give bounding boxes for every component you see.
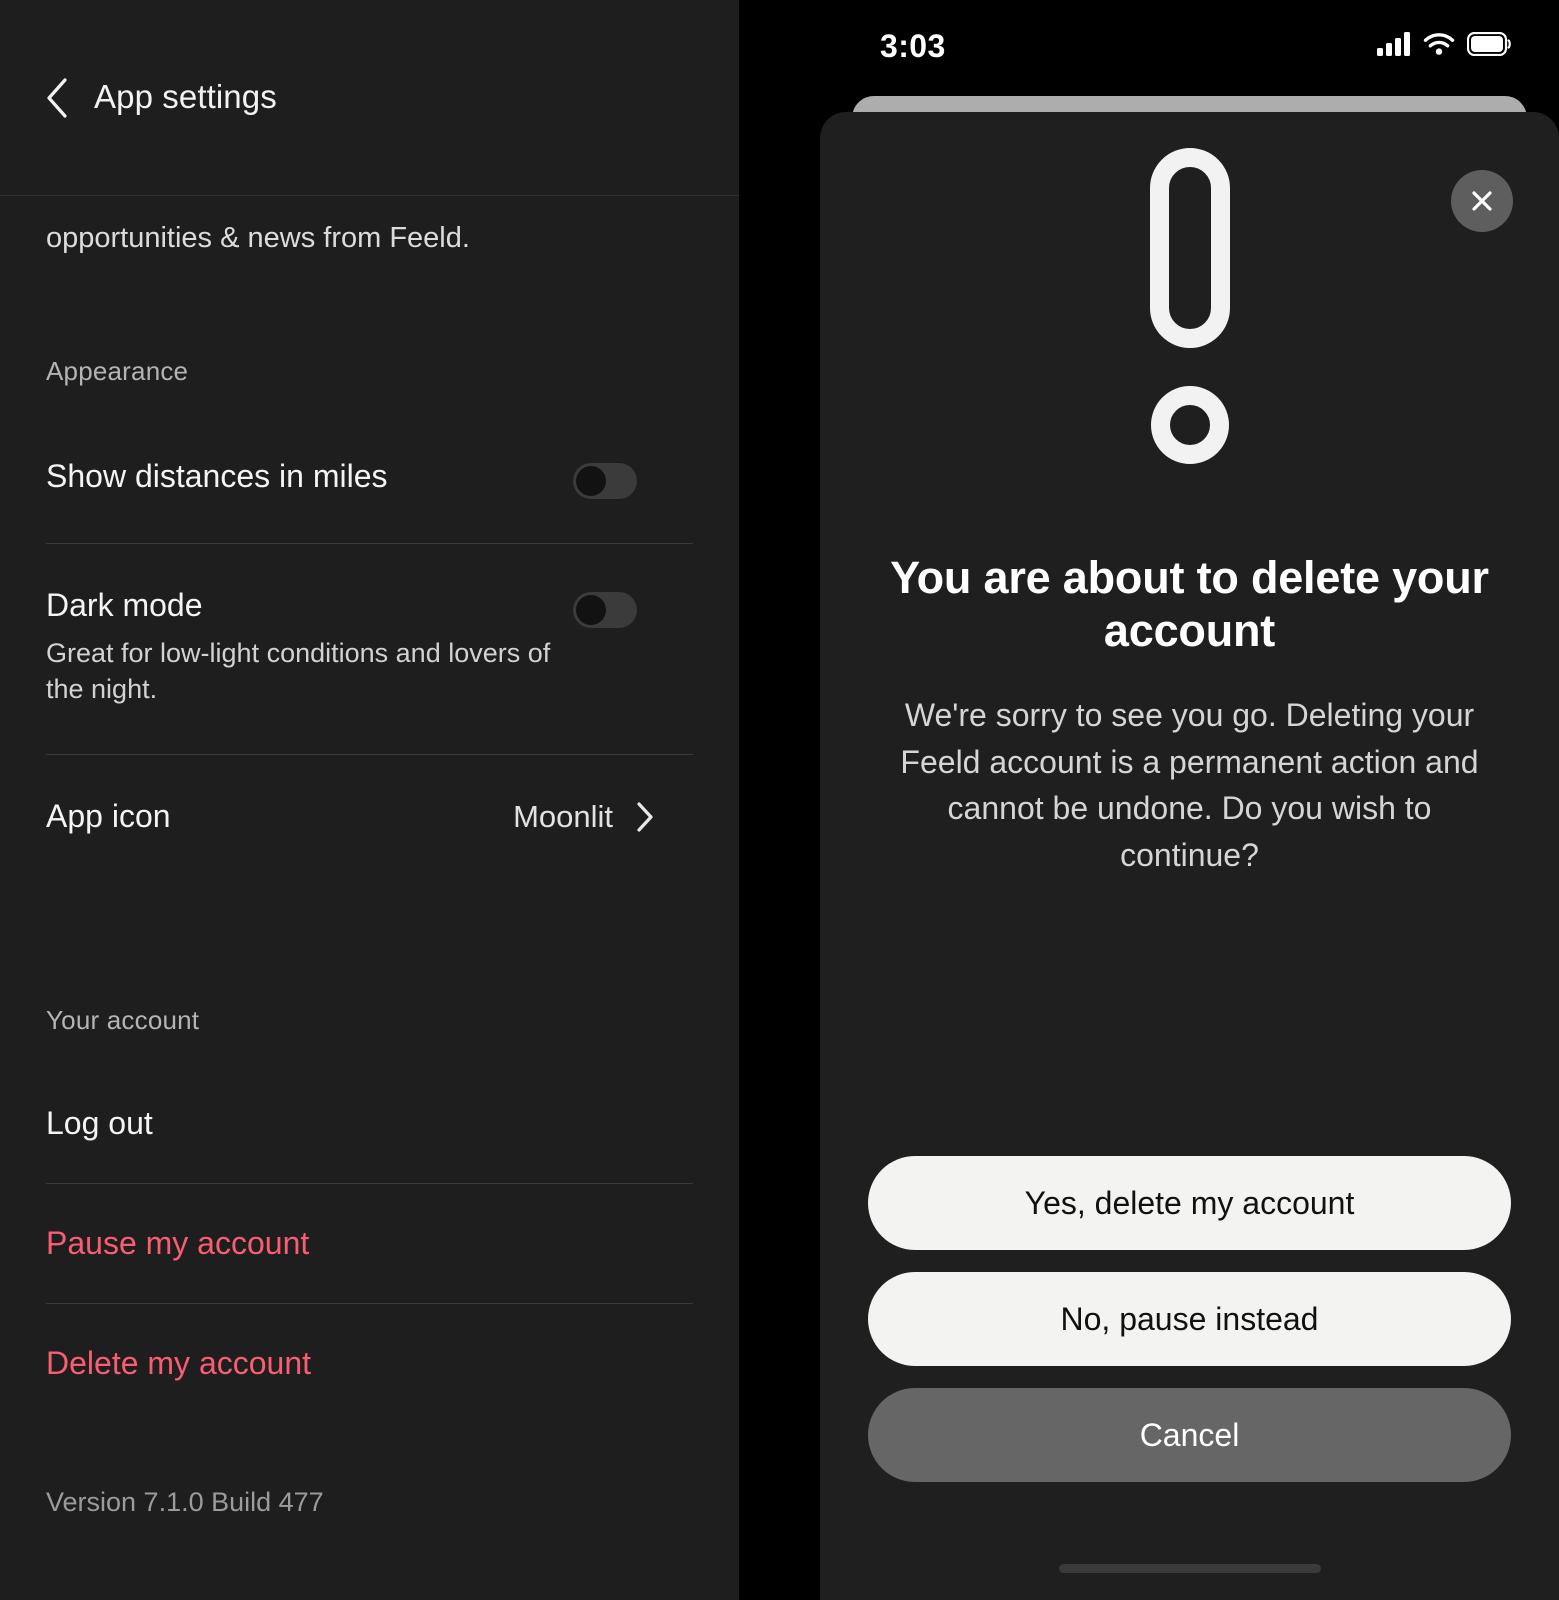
status-bar: 3:03 — [820, 0, 1559, 92]
setting-label-pause-my-account: Pause my account — [46, 1224, 310, 1261]
setting-row-pause-my-account[interactable]: Pause my account — [46, 1184, 693, 1303]
page-title: App settings — [94, 77, 277, 115]
status-bar-clock: 3:03 — [880, 27, 946, 64]
modal-action-buttons: Yes, delete my account No, pause instead… — [868, 1156, 1511, 1482]
cellular-signal-icon — [1377, 31, 1411, 61]
setting-label-app-icon: App icon — [46, 798, 171, 835]
app-settings-screen: App settings opportunities & news from F… — [0, 0, 739, 1600]
status-bar-icons — [1377, 31, 1511, 61]
setting-label-dark-mode: Dark mode — [46, 587, 203, 624]
setting-value-app-icon: Moonlit — [513, 798, 613, 834]
delete-account-modal: You are about to delete your account We'… — [820, 112, 1559, 1600]
setting-row-delete-my-account[interactable]: Delete my account — [46, 1304, 693, 1423]
modal-body-text: We're sorry to see you go. Deleting your… — [900, 697, 1479, 874]
setting-label-show-distances-in-miles: Show distances in miles — [46, 458, 388, 495]
setting-row-show-distances-in-miles[interactable]: Show distances in miles — [46, 387, 693, 543]
setting-label-log-out: Log out — [46, 1104, 153, 1141]
notifications-description-text: opportunities & news from Feeld. — [46, 222, 470, 254]
screenshot-stage: App settings opportunities & news from F… — [0, 0, 1559, 1600]
toggle-dark-mode[interactable] — [573, 592, 637, 629]
setting-row-app-icon[interactable]: App icon Moonlit — [46, 755, 693, 877]
toggle-knob — [576, 595, 606, 626]
section-header-your-account: Your account — [46, 1004, 200, 1035]
exclamation-dot — [1150, 386, 1229, 464]
app-version-text: Version 7.1.0 Build 477 — [46, 1487, 324, 1518]
home-indicator[interactable] — [1058, 1564, 1321, 1573]
battery-full-icon — [1466, 31, 1511, 61]
pause-instead-button[interactable]: No, pause instead — [868, 1272, 1511, 1366]
navigation-header: App settings — [0, 0, 739, 196]
confirm-delete-account-button[interactable]: Yes, delete my account — [868, 1156, 1511, 1250]
chevron-right-icon — [635, 801, 655, 833]
modal-title: You are about to delete your account — [890, 552, 1489, 656]
cancel-button[interactable]: Cancel — [868, 1388, 1511, 1482]
setting-label-delete-my-account: Delete my account — [46, 1345, 312, 1382]
chevron-left-icon[interactable] — [44, 77, 70, 119]
phone-screen-delete-confirmation: 3:03 You are about to delete your accoun… — [820, 0, 1559, 1600]
setting-row-dark-mode[interactable]: Dark mode Great for low-light conditions… — [46, 544, 693, 753]
exclamation-mark-icon — [820, 148, 1559, 464]
toggle-knob — [576, 466, 606, 497]
settings-list: opportunities & news from Feeld. Appeara… — [0, 196, 739, 1518]
wifi-icon — [1423, 32, 1455, 61]
setting-description-dark-mode: Great for low-light conditions and lover… — [46, 638, 551, 705]
exclamation-stem — [1149, 148, 1230, 348]
toggle-show-distances-in-miles[interactable] — [573, 463, 637, 500]
setting-row-log-out[interactable]: Log out — [46, 1036, 693, 1183]
section-header-appearance: Appearance — [46, 356, 189, 387]
